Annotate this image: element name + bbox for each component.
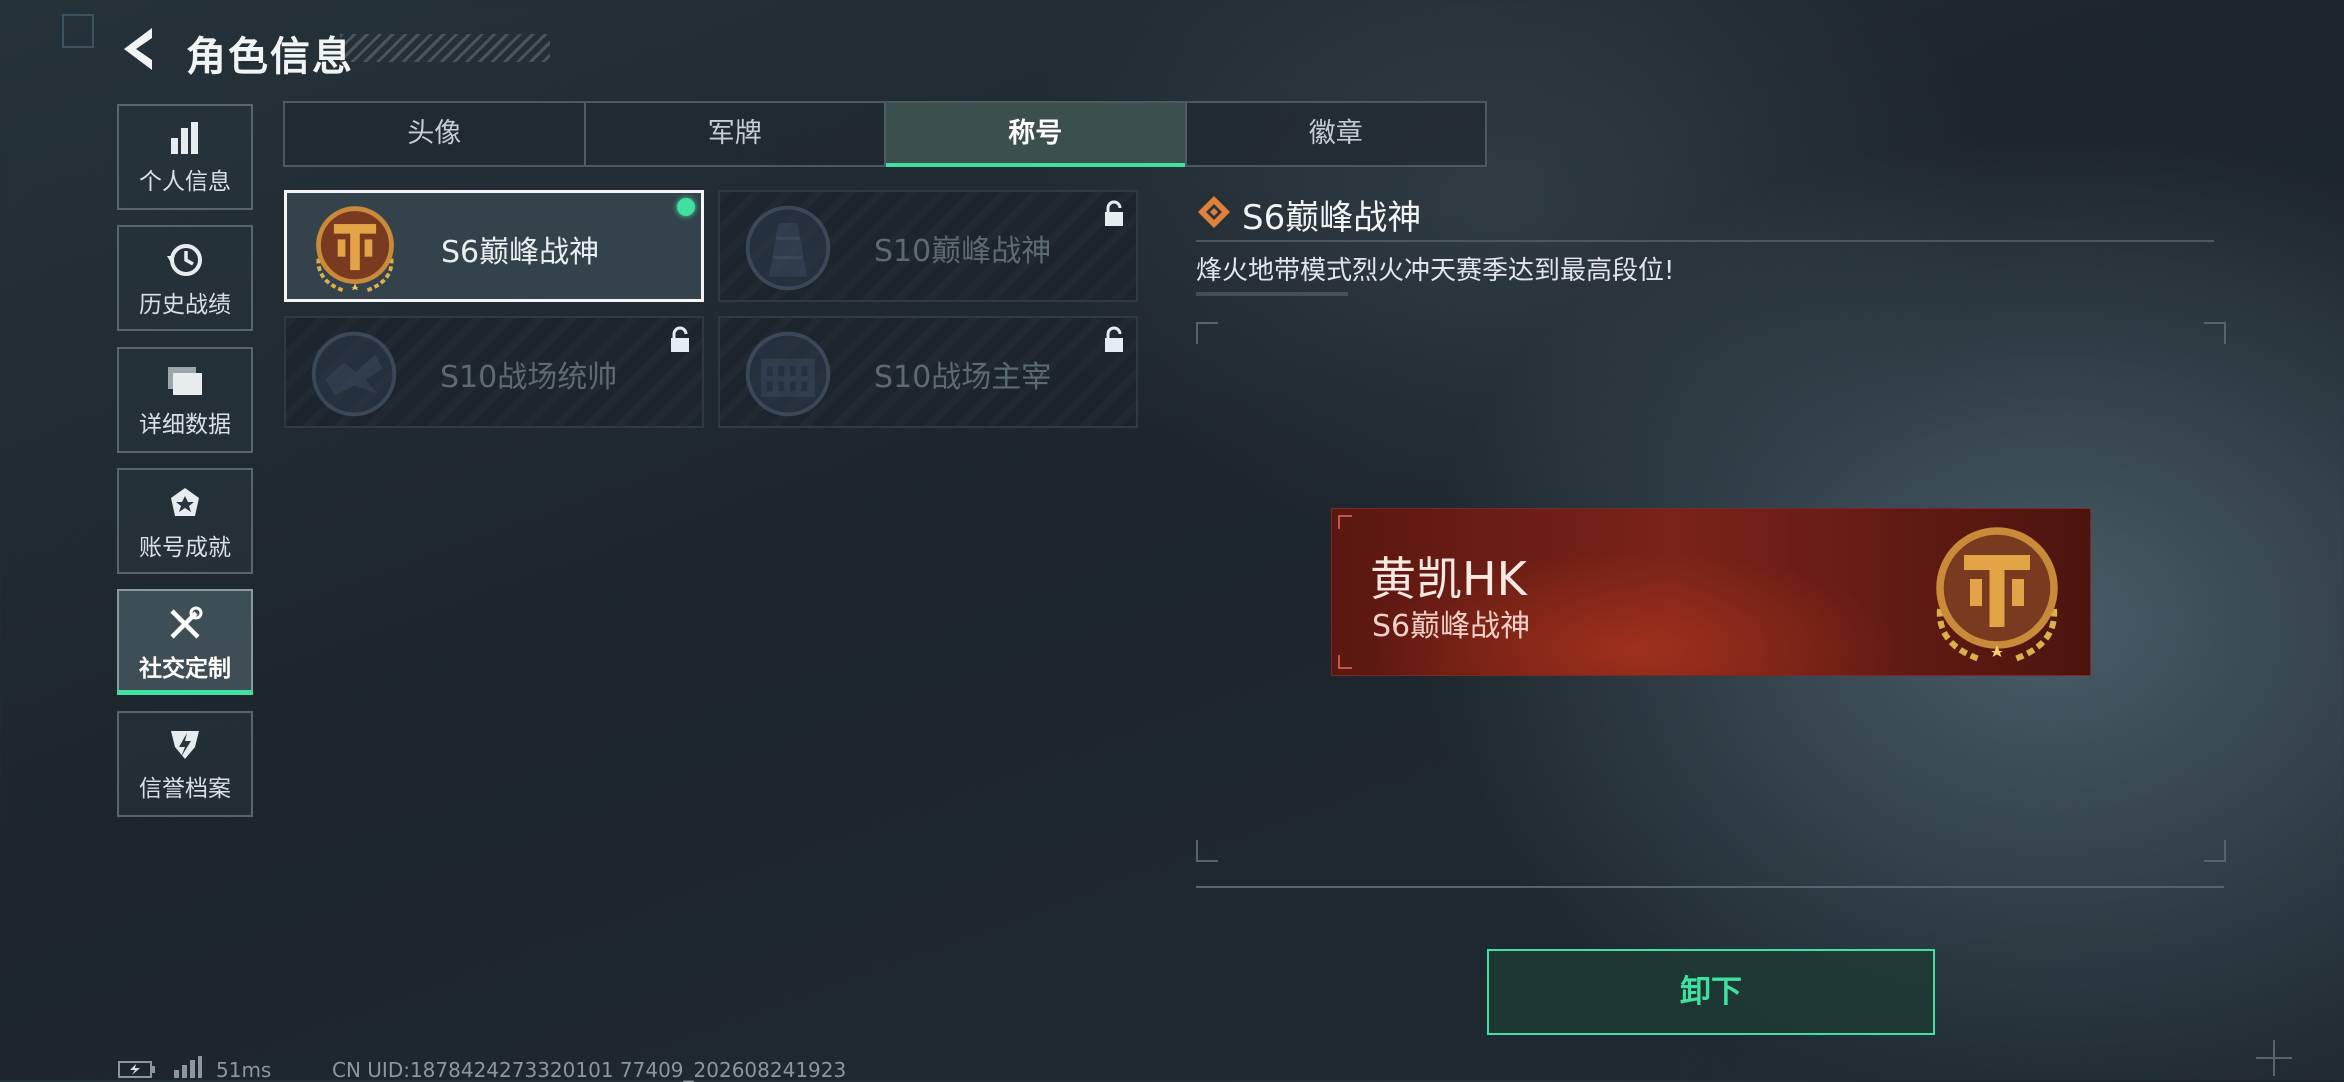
page-title: 角色信息 <box>186 34 354 80</box>
sidebar-item-label: 账号成就 <box>139 535 231 561</box>
title-name: S10巅峰战神 <box>874 234 1052 269</box>
back-arrow-icon[interactable] <box>118 26 160 72</box>
title-name: S10战场统帅 <box>440 360 618 395</box>
sidebar-item-details[interactable]: 详细数据 <box>117 347 253 453</box>
player-name: 黄凯HK <box>1370 552 1527 606</box>
sidebar-item-label: 社交定制 <box>139 656 231 682</box>
dragon-emblem-icon <box>311 331 397 417</box>
corner-mark <box>62 14 94 48</box>
title-preview-banner: 黄凯HK S6巅峰战神 <box>1331 508 2091 676</box>
preview-title: S6巅峰战神 <box>1372 609 1531 644</box>
category-tabs: 头像 军牌 称号 徽章 <box>283 101 1487 167</box>
panel-divider <box>1196 886 2224 888</box>
tools-icon <box>170 606 203 639</box>
diamond-icon <box>1198 196 1230 228</box>
folder-icon <box>168 367 202 395</box>
lock-icon <box>1105 326 1123 352</box>
sidebar-item-label: 个人信息 <box>139 169 231 195</box>
tower-emblem-icon <box>745 205 831 291</box>
title-decoration <box>340 34 550 62</box>
achievement-icon <box>171 488 199 516</box>
banner-corner <box>1338 655 1352 669</box>
lock-icon <box>1105 200 1123 226</box>
bronze-t-emblem-icon <box>1936 527 2058 663</box>
sidebar-active-indicator <box>117 690 253 695</box>
detail-divider <box>1196 240 2214 242</box>
uid-label: CN UID:1878424273320101 77409_2026082419… <box>332 1058 847 1082</box>
crosshair-icon <box>2256 1040 2292 1076</box>
tab-avatar[interactable]: 头像 <box>285 103 584 165</box>
battery-icon <box>118 1061 155 1078</box>
bronze-t-emblem-icon <box>316 206 394 294</box>
sidebar-item-label: 信誉档案 <box>139 776 231 802</box>
tab-badge[interactable]: 徽章 <box>1184 103 1486 165</box>
title-card[interactable]: S10巅峰战神 <box>718 190 1138 302</box>
sidebar-item-history[interactable]: 历史战绩 <box>117 225 253 331</box>
title-card[interactable]: S10战场主宰 <box>718 316 1138 428</box>
detail-placeholder <box>1196 292 1348 296</box>
equipped-indicator <box>677 198 695 216</box>
sidebar-item-label: 详细数据 <box>139 412 231 438</box>
sidebar-item-label: 历史战绩 <box>139 292 231 318</box>
frame-corner <box>1196 840 1218 862</box>
banner-corner <box>1338 515 1352 529</box>
title-name: S10战场主宰 <box>874 360 1052 395</box>
tab-dogtag[interactable]: 军牌 <box>583 103 885 165</box>
title-name: S6巅峰战神 <box>441 235 600 270</box>
sidebar-item-reputation[interactable]: 信誉档案 <box>117 711 253 817</box>
title-card[interactable]: S6巅峰战神 <box>284 190 704 302</box>
detail-title: S6巅峰战神 <box>1242 198 1422 238</box>
unequip-button[interactable]: 卸下 <box>1487 949 1935 1035</box>
sidebar-item-profile[interactable]: 个人信息 <box>117 104 253 210</box>
bar-chart-icon <box>171 122 198 154</box>
ping-readout: 51ms <box>216 1058 272 1082</box>
frame-corner <box>2204 840 2226 862</box>
tab-title[interactable]: 称号 <box>884 103 1185 167</box>
frame-corner <box>1196 322 1218 344</box>
detail-description: 烽火地带模式烈火冲天赛季达到最高段位! <box>1196 256 1675 286</box>
frame-corner <box>2204 322 2226 344</box>
title-card[interactable]: S10战场统帅 <box>284 316 704 428</box>
sidebar-item-social-custom[interactable]: 社交定制 <box>117 589 253 695</box>
history-icon <box>167 244 202 276</box>
sidebar-item-achievements[interactable]: 账号成就 <box>117 468 253 574</box>
reputation-icon <box>171 731 199 759</box>
signal-icon <box>174 1056 202 1078</box>
colosseum-emblem-icon <box>745 331 831 417</box>
lock-icon <box>671 326 689 352</box>
